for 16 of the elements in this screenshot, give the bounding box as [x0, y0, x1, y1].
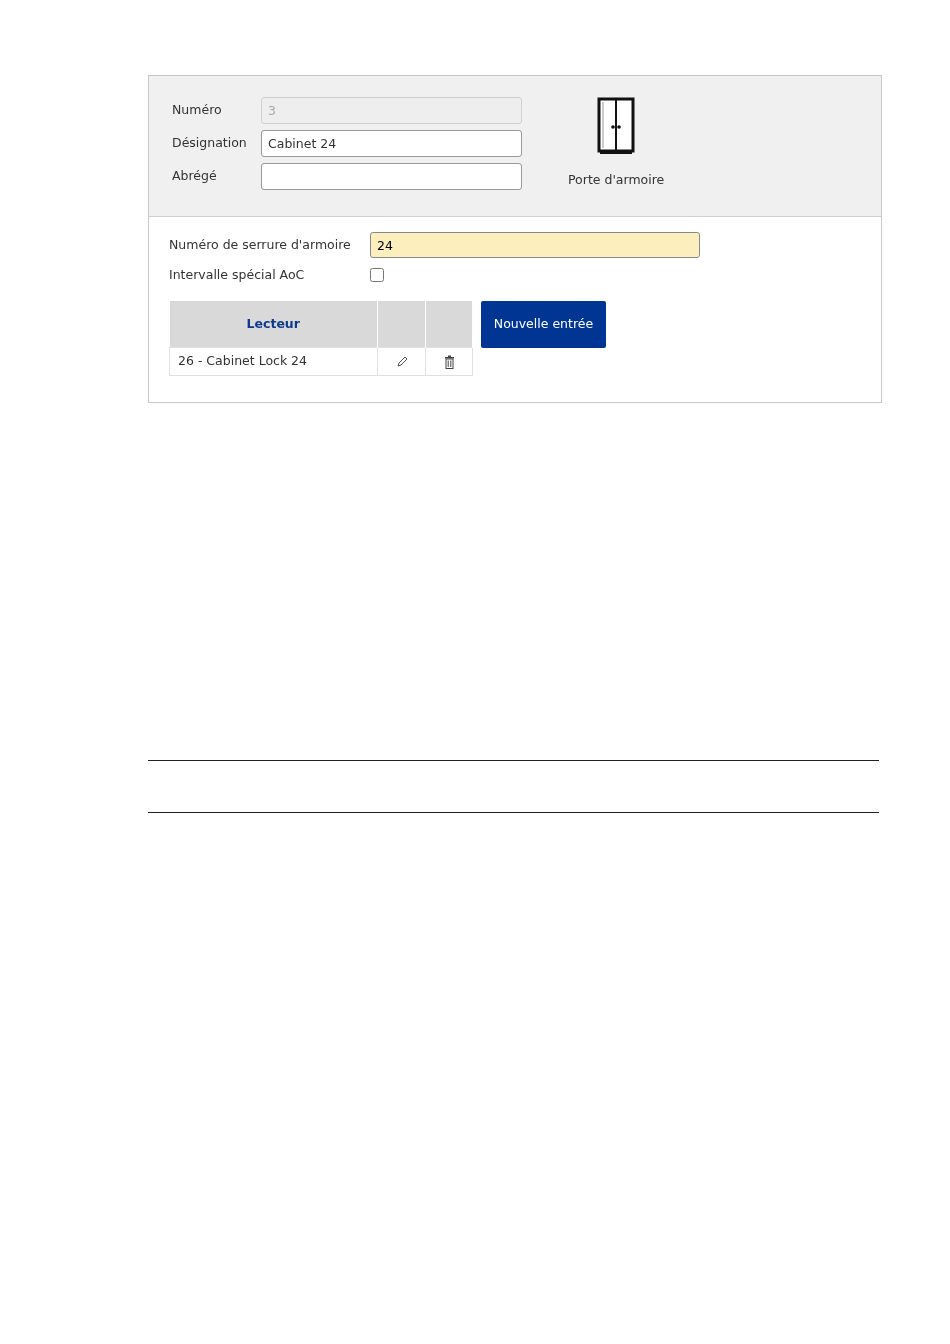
column-header: Lecteur — [169, 300, 378, 348]
cabinet-door-icon — [597, 97, 636, 155]
input-field[interactable] — [261, 163, 522, 190]
new-entry-button[interactable]: Nouvelle entrée — [481, 300, 606, 348]
input-field[interactable]: Cabinet 24 — [261, 130, 522, 157]
checkbox[interactable] — [370, 268, 384, 283]
checkbox-label: Intervalle spécial AoC — [169, 266, 306, 284]
table-cell: 26 - Cabinet Lock 24 — [169, 347, 378, 376]
door-type-label: Porte d'armoire — [568, 171, 665, 189]
pencil-icon[interactable] — [395, 355, 408, 368]
field-label: Désignation — [172, 134, 248, 153]
field-label: Abrégé — [172, 167, 218, 186]
trash-icon[interactable] — [443, 354, 455, 369]
lock-number-field[interactable]: 24 — [370, 232, 700, 258]
field-label: Numéro de serrure d'armoire — [169, 235, 352, 254]
field-label: Numéro — [172, 101, 223, 120]
